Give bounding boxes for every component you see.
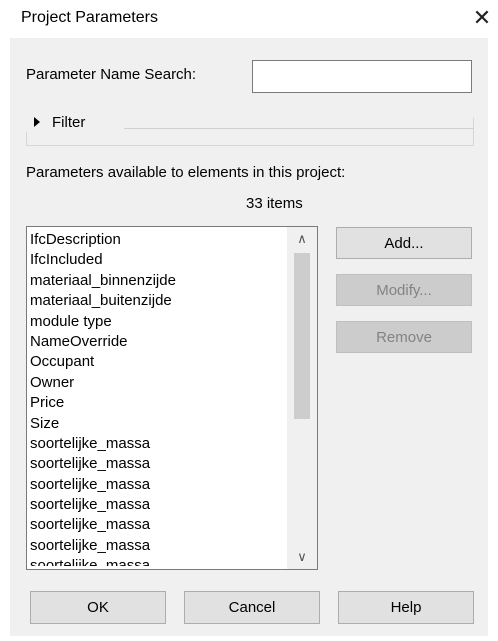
- list-item[interactable]: Owner: [30, 373, 285, 393]
- modify-button[interactable]: Modify...: [336, 274, 472, 306]
- parameters-list: IfcDescription IfcIncluded materiaal_binne…: [30, 230, 285, 566]
- remove-button[interactable]: Remove: [336, 321, 472, 353]
- list-item[interactable]: soortelijke_massa: [30, 495, 285, 515]
- close-icon[interactable]: ✕: [470, 4, 494, 32]
- list-item[interactable]: materiaal_buitenzijde: [30, 291, 285, 311]
- item-count: 33 items: [246, 195, 303, 212]
- filter-group: [26, 118, 474, 146]
- parameter-search-input[interactable]: [252, 60, 472, 93]
- filter-divider: [124, 128, 474, 129]
- dialog-title: Project Parameters: [21, 9, 158, 26]
- scroll-up-icon[interactable]: ∧: [287, 227, 317, 251]
- add-button[interactable]: Add...: [336, 227, 472, 259]
- scroll-down-icon[interactable]: ∨: [287, 545, 317, 569]
- filter-toggle[interactable]: Filter: [26, 112, 90, 132]
- list-item[interactable]: soortelijke_massa: [30, 556, 285, 566]
- ok-button[interactable]: OK: [30, 591, 166, 624]
- list-item[interactable]: Size: [30, 414, 285, 434]
- parameters-caption: Parameters available to elements in this…: [26, 164, 346, 181]
- vertical-scrollbar[interactable]: ∧ ∨: [287, 227, 317, 569]
- list-item[interactable]: soortelijke_massa: [30, 434, 285, 454]
- list-item[interactable]: IfcDescription: [30, 230, 285, 250]
- list-item[interactable]: soortelijke_massa: [30, 475, 285, 495]
- list-item[interactable]: Price: [30, 393, 285, 413]
- list-item[interactable]: Occupant: [30, 352, 285, 372]
- list-item[interactable]: soortelijke_massa: [30, 536, 285, 556]
- filter-group-frame: [26, 118, 474, 146]
- list-item[interactable]: IfcIncluded: [30, 250, 285, 270]
- list-item[interactable]: materiaal_binnenzijde: [30, 271, 285, 291]
- cancel-button[interactable]: Cancel: [184, 591, 320, 624]
- list-item[interactable]: soortelijke_massa: [30, 515, 285, 535]
- help-button[interactable]: Help: [338, 591, 474, 624]
- expand-arrow-icon: [34, 117, 40, 127]
- list-item[interactable]: NameOverride: [30, 332, 285, 352]
- scroll-thumb[interactable]: [294, 253, 310, 419]
- list-item[interactable]: soortelijke_massa: [30, 454, 285, 474]
- filter-label: Filter: [52, 113, 86, 131]
- search-label: Parameter Name Search:: [26, 66, 197, 83]
- title-bar: Project Parameters ✕: [0, 0, 498, 38]
- parameters-listbox[interactable]: IfcDescription IfcIncluded materiaal_binne…: [26, 226, 318, 570]
- list-item[interactable]: module type: [30, 312, 285, 332]
